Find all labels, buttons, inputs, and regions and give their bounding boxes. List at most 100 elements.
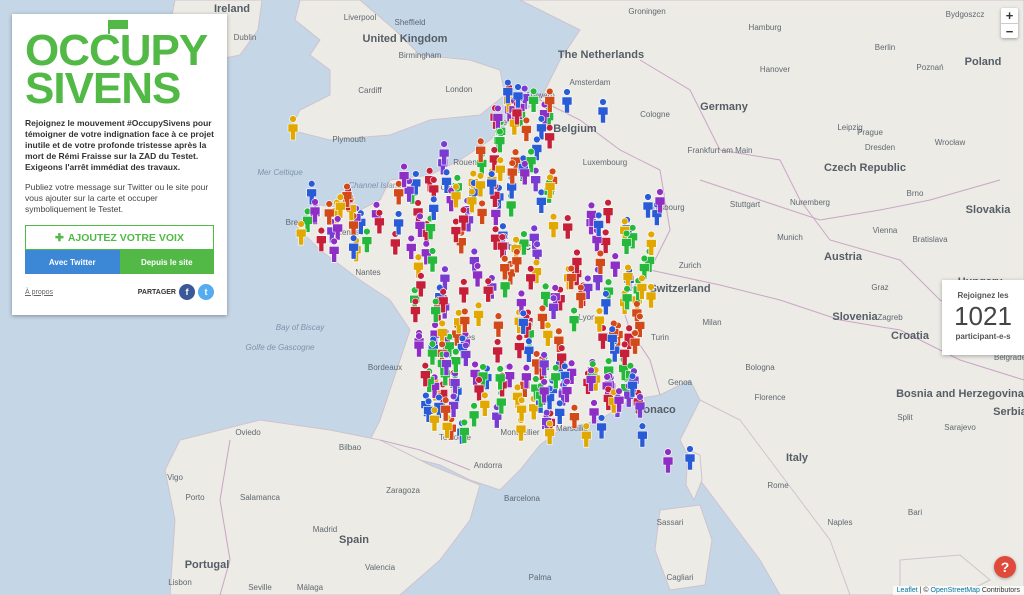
city-label: Cardiff [358, 86, 382, 95]
city-label: Birmingham [399, 51, 442, 60]
city-label: Salamanca [240, 493, 281, 502]
city-label: Rouen [453, 158, 477, 167]
city-label: Plymouth [332, 135, 365, 144]
country-label: Portugal [185, 559, 230, 571]
city-label: Florence [754, 393, 786, 402]
city-label: London [446, 85, 473, 94]
from-site-button[interactable]: Depuis le site [119, 250, 214, 274]
city-label: Wrocław [935, 138, 966, 147]
participant-count: 1021 [954, 301, 1012, 331]
city-label: Oviedo [235, 428, 261, 437]
city-label: Lisbon [168, 578, 192, 587]
counter-heading: Rejoignez les [957, 291, 1009, 300]
share-label: PARTAGER [137, 288, 176, 296]
city-label: Poznań [916, 63, 943, 72]
city-label: Lyon [578, 313, 595, 322]
city-label: Split [897, 413, 913, 422]
city-label: Barcelona [504, 494, 541, 503]
city-label: Porto [185, 493, 205, 502]
about-link[interactable]: À propos [25, 289, 53, 296]
city-label: Andorra [474, 461, 503, 470]
country-label: The Netherlands [558, 49, 644, 61]
city-label: Vienna [873, 226, 898, 235]
city-label: Sarajevo [944, 423, 976, 432]
city-label: Genoa [668, 378, 693, 387]
city-label: Graz [871, 283, 888, 292]
with-twitter-button[interactable]: Avec Twitter [25, 250, 120, 274]
city-label: Vigo [167, 473, 183, 482]
occupy-sivens-logo: OCCUPY SIVENS [25, 20, 214, 113]
country-label: Croatia [891, 330, 930, 342]
osm-link[interactable]: OpenStreetMap [931, 587, 980, 594]
post-method-row: Avec Twitter Depuis le site [25, 250, 214, 274]
city-label: Frankfurt am Main [688, 146, 753, 155]
country-label: Serbia [993, 406, 1024, 418]
city-label: Prague [857, 128, 883, 137]
help-button[interactable]: ? [994, 556, 1016, 578]
facebook-icon[interactable]: f [179, 284, 195, 300]
country-label: Belgium [553, 123, 597, 135]
city-label: Cologne [640, 110, 670, 119]
city-label: Munich [777, 233, 803, 242]
add-voice-label: AJOUTEZ VOTRE VOIX [67, 231, 184, 244]
city-label: Palma [529, 573, 552, 582]
city-label: Bydgoszcz [946, 10, 985, 19]
attribution-contributors: Contributors [979, 587, 1020, 594]
description-text: Publiez votre message sur Twitter ou le … [25, 182, 209, 214]
city-label: Nantes [355, 268, 380, 277]
city-label: Turin [651, 333, 669, 342]
country-label: United Kingdom [363, 33, 448, 45]
country-label: Spain [339, 534, 369, 546]
city-label: Stuttgart [730, 200, 761, 209]
zoom-in-button[interactable]: + [1001, 8, 1018, 23]
city-label: Cagliari [666, 573, 693, 582]
city-label: Dresden [865, 143, 895, 152]
city-label: Naples [828, 518, 853, 527]
city-label: Bari [908, 508, 922, 517]
country-label: Slovakia [966, 204, 1012, 216]
country-label: Switzerland [649, 283, 710, 295]
city-label: Málaga [297, 583, 324, 592]
counter-caption: participant-e-s [955, 332, 1011, 341]
sea-label: Golfe de Gascogne [246, 343, 315, 352]
twitter-icon[interactable]: t [198, 284, 214, 300]
city-label: Madrid [313, 525, 337, 534]
city-label: Berlin [875, 43, 895, 52]
city-label: Hanover [760, 65, 791, 74]
city-label: Bratislava [912, 235, 948, 244]
zoom-control: + − [1001, 8, 1018, 39]
city-label: Nuremberg [790, 198, 830, 207]
map-attribution: Leaflet | © OpenStreetMap Contributors [892, 586, 1024, 595]
city-label: Milan [702, 318, 721, 327]
logo-line-2: SIVENS [25, 64, 181, 113]
sea-label: Bay of Biscay [276, 323, 325, 332]
country-label: Slovenia [832, 311, 878, 323]
add-voice-button[interactable]: ✚ AJOUTEZ VOTRE VOIX [25, 225, 214, 250]
country-label: Poland [965, 56, 1002, 68]
share-group: PARTAGER f t [138, 284, 214, 300]
country-label: Austria [824, 251, 863, 263]
country-label: Germany [700, 101, 749, 113]
sea-label: Mer Celtique [257, 168, 303, 177]
leaflet-link[interactable]: Leaflet [897, 587, 918, 594]
city-label: Zurich [679, 261, 701, 270]
flag-icon [108, 20, 128, 34]
city-label: Sheffield [395, 18, 426, 27]
city-label: Brno [907, 189, 924, 198]
country-label: Bosnia and Herzegovina [896, 388, 1024, 400]
city-label: Sassari [657, 518, 684, 527]
participant-counter: Rejoignez les 1021 participant-e-s [942, 280, 1024, 355]
country-label: Czech Republic [824, 162, 906, 174]
city-label: Zagreb [877, 313, 903, 322]
city-label: Groningen [628, 7, 665, 16]
city-label: Rome [767, 481, 789, 490]
city-label: Zaragoza [386, 486, 420, 495]
city-label: Luxembourg [583, 158, 627, 167]
zoom-out-button[interactable]: − [1001, 23, 1018, 39]
intro-text: Rejoignez le mouvement #OccupySivens pou… [25, 118, 214, 172]
city-label: Seville [248, 583, 272, 592]
country-label: Italy [786, 452, 809, 464]
city-label: Amsterdam [570, 78, 611, 87]
city-label: Valencia [365, 563, 396, 572]
city-label: Bilbao [339, 443, 362, 452]
